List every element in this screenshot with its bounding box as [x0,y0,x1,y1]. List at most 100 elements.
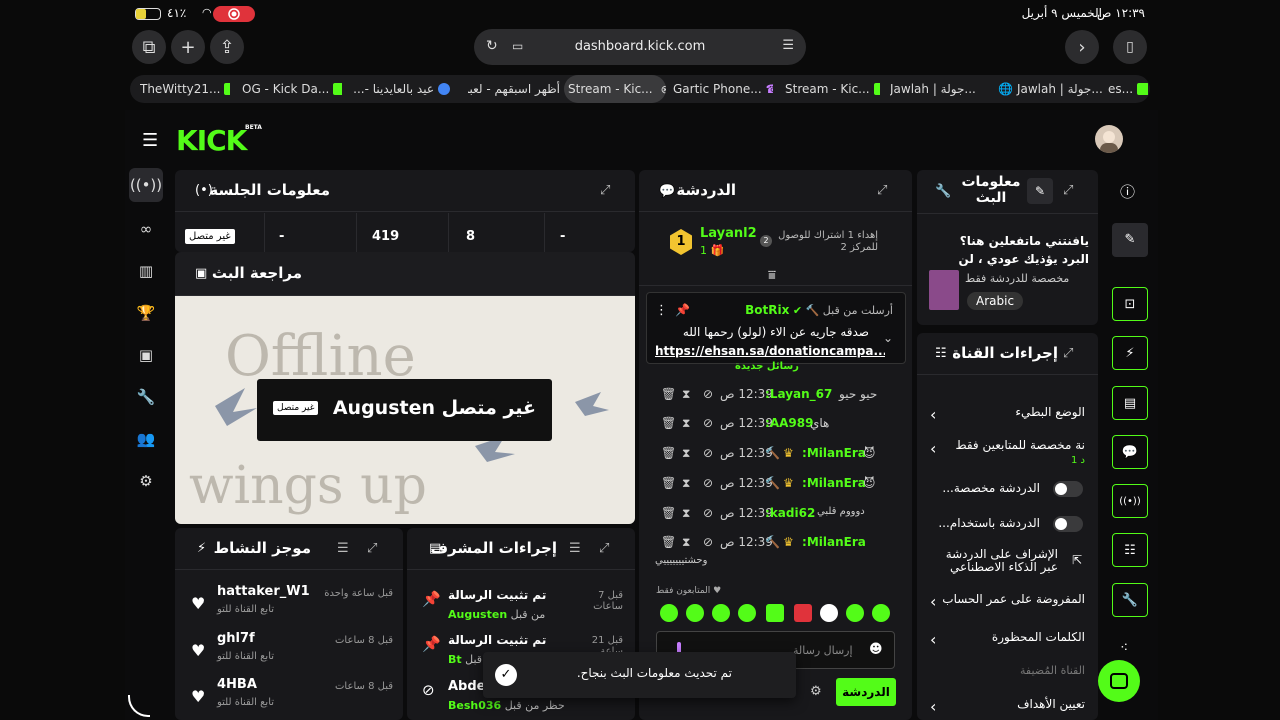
browser-tab[interactable]: Jawlah | جولة... [890,75,990,103]
ban-icon[interactable]: ⊘ [703,476,713,490]
document-toolbar-icon[interactable]: ▤ [1112,386,1148,420]
page-menu-icon[interactable]: ☰ [782,38,794,53]
timeout-icon[interactable]: ⧗ [682,535,690,550]
emote-icon[interactable] [738,604,756,622]
browser-tab[interactable]: Gartic Phone... ☎ [673,75,773,103]
emoji-icon[interactable]: ☻ [869,642,883,657]
delete-icon[interactable]: 🗑 [661,506,676,520]
ban-icon[interactable]: ⊘ [703,535,713,549]
message-user[interactable]: MilanEra: [802,476,866,490]
ban-icon[interactable]: ⊘ [703,387,713,401]
nav-video-icon[interactable]: ▣ [129,338,163,372]
chat-toolbar-icon[interactable]: 💬 [1112,435,1148,469]
timeout-icon[interactable]: ⧗ [682,387,690,402]
emote-icon[interactable] [766,604,784,622]
browser-tab[interactable]: أظهر اسبقهم - لعبة تـ [468,75,560,103]
channel-action-item[interactable]: › نة مخصصة للمتابعين فقط د 1 [930,438,1085,468]
browser-tab[interactable]: عيد بالعايدينا -... [354,75,454,103]
channel-action-item[interactable]: › الوضع البطيء [930,405,1085,424]
pinned-user[interactable]: BotRix [745,303,789,317]
filter-icon[interactable]: ☰ [569,541,581,556]
activity-user[interactable]: 4HBA [217,677,257,692]
screen-recording-icon[interactable] [213,6,255,22]
delete-icon[interactable]: 🗑 [661,416,676,430]
external-link-icon[interactable]: ⇱ [1072,553,1082,567]
close-tab-icon[interactable]: ⊗ [661,83,666,96]
send-chat-button[interactable]: الدردشة [836,678,896,706]
edit-button[interactable]: ✎ [1027,178,1053,204]
channel-action-item[interactable]: › الكلمات المحظورة [930,630,1085,649]
delete-icon[interactable]: 🗑 [661,387,676,401]
nav-analytics-icon[interactable]: ▥ [129,254,163,288]
timeout-icon[interactable]: ⧗ [682,446,690,461]
hamburger-menu-icon[interactable]: ☰ [142,130,158,151]
wrench-toolbar-icon[interactable]: 🔧 [1112,583,1148,617]
nav-link-icon[interactable]: ∞ [129,212,163,246]
kick-logo[interactable]: KICK [176,124,247,157]
emote-icon[interactable] [846,604,864,622]
timeout-icon[interactable]: ⧗ [682,476,690,491]
delete-icon[interactable]: 🗑 [661,446,676,460]
emote-icon[interactable] [872,604,890,622]
edit-icon[interactable]: ✎ [1112,223,1148,257]
message-user[interactable]: MilanEra: [802,535,866,549]
actions-toolbar-icon[interactable]: ☷ [1112,533,1148,567]
info-icon[interactable]: ⓘ [1120,181,1135,202]
nav-wrench-icon[interactable]: 🔧 [129,380,163,414]
browser-tab[interactable]: es... [1108,75,1148,103]
forward-button[interactable]: › [1065,30,1099,64]
expand-icon[interactable]: ⤢ [1063,346,1073,361]
message-user[interactable]: Layan_67: [765,387,832,401]
nav-community-icon[interactable]: 👥 [129,422,163,456]
expand-icon[interactable]: ⤢ [600,183,610,198]
camera-toolbar-icon[interactable]: ⊡ [1112,287,1148,321]
ban-icon[interactable]: ⊘ [703,506,713,520]
timeout-icon[interactable]: ⧗ [682,506,690,521]
toggle-switch[interactable] [1053,516,1083,532]
delete-icon[interactable]: 🗑 [661,535,676,549]
channel-action-item[interactable]: › المفروضة على عمر الحساب [930,592,1085,611]
nav-trophy-icon[interactable]: 🏆 [129,296,163,330]
pin-icon[interactable]: 📌 [675,303,690,317]
message-user[interactable]: kadi62: [765,506,815,520]
more-options-icon[interactable]: ⋮ [655,303,668,318]
activity-user[interactable]: ghl7f [217,631,255,646]
delete-icon[interactable]: 🗑 [661,476,676,490]
more-icon[interactable]: ⁖ [1120,640,1128,656]
new-tab-button[interactable]: + [171,30,205,64]
channel-action-item[interactable]: الإشراف على الدردشة عبر الذكاء الاصطناعي [930,548,1058,574]
pinned-message[interactable]: ⋮ 📌 أرسلت من قبل 🔨 ✔ BotRix صدقه جاريه ع… [646,292,906,364]
nav-settings-icon[interactable]: ⚙ [129,464,163,498]
message-user[interactable]: MilanEra: [802,446,866,460]
timeout-icon[interactable]: ⧗ [682,416,690,431]
emote-icon[interactable] [794,604,812,622]
support-chat-button[interactable] [1098,660,1140,702]
browser-tab[interactable]: Stream - Kic... [785,75,880,103]
lightning-toolbar-icon[interactable]: ⚡ [1112,336,1148,370]
emote-icon[interactable] [660,604,678,622]
nav-live-icon[interactable]: ((•)) [129,168,163,202]
activity-user[interactable]: hattaker_W1 [217,584,310,599]
tab-overview-button[interactable]: ⧉ [132,30,166,64]
emote-icon[interactable] [712,604,730,622]
chat-settings-icon[interactable]: ⚙ [810,684,822,699]
emote-icon[interactable] [820,604,838,622]
pinned-link[interactable]: https://ehsan.sa/donationcampa... [655,344,885,358]
expand-icon[interactable]: ⤢ [877,183,887,198]
ban-icon[interactable]: ⊘ [703,416,713,430]
browser-tab[interactable]: TheWitty21... [140,75,230,103]
sidebar-toggle-button[interactable]: ▯ [1113,30,1147,64]
user-avatar[interactable] [1095,125,1123,153]
category-thumbnail[interactable] [929,270,959,310]
mod-user[interactable]: Besh036 [448,699,501,712]
broadcast-toolbar-icon[interactable]: ((•)) [1112,484,1148,518]
expand-icon[interactable]: ⤢ [1063,183,1073,198]
gifter-name[interactable]: Layanl2 [700,226,757,241]
address-bar[interactable]: ↻ ▭ dashboard.kick.com ☰ [474,29,806,65]
collapse-icon[interactable]: ⩸ [768,268,776,283]
mod-user[interactable]: Bt [448,653,462,666]
expand-icon[interactable]: ⤢ [367,541,377,556]
share-button[interactable]: ⇪ [210,30,244,64]
mod-user[interactable]: Augusten [448,608,507,621]
browser-tab-active[interactable]: Stream - Kic... ⊗ [564,75,666,103]
